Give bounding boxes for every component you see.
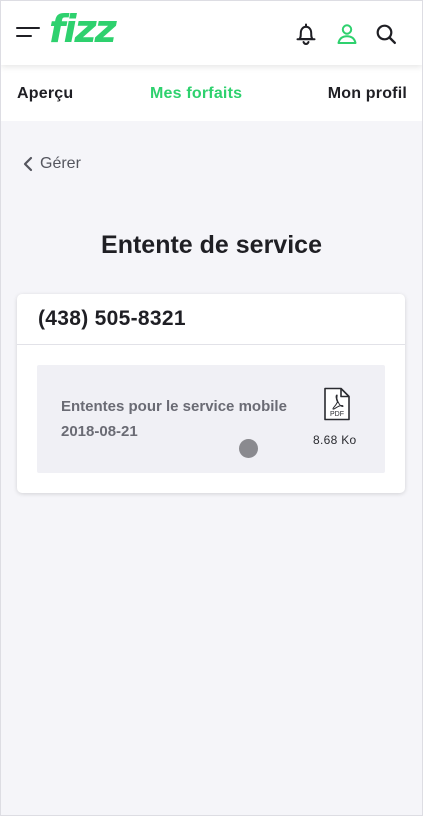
pdf-icon-label: PDF [330,411,344,418]
back-link[interactable]: Gérer [22,153,81,175]
page-title: Entente de service [101,231,322,259]
search-icon[interactable] [373,21,399,47]
app-frame: fizz Aperçu Mes forfaits Mon profil Gére… [0,0,423,816]
tab-apercu[interactable]: Aperçu [17,85,73,103]
fizz-logo[interactable]: fizz [49,7,117,51]
touch-indicator [239,439,258,458]
document-item[interactable]: Ententes pour le service mobile 2018-08-… [37,365,385,473]
card-header: (438) 505-8321 [17,294,405,345]
agreement-card: (438) 505-8321 Ententes pour le service … [17,294,405,493]
document-title: Ententes pour le service mobile [61,398,287,415]
document-size: 8.68 Ko [313,433,357,447]
user-icon[interactable] [334,21,360,47]
bell-icon[interactable] [293,21,319,47]
back-label: Gérer [40,155,81,172]
tab-mon-profil[interactable]: Mon profil [328,85,407,103]
tab-mes-forfaits[interactable]: Mes forfaits [150,85,242,103]
main-nav: Aperçu Mes forfaits Mon profil [1,65,422,121]
menu-icon[interactable] [16,27,40,43]
phone-number: (438) 505-8321 [38,307,186,330]
top-header: fizz [1,1,422,65]
pdf-icon[interactable]: PDF [322,387,352,421]
chevron-left-icon [23,156,33,172]
document-date: 2018-08-21 [61,423,138,440]
